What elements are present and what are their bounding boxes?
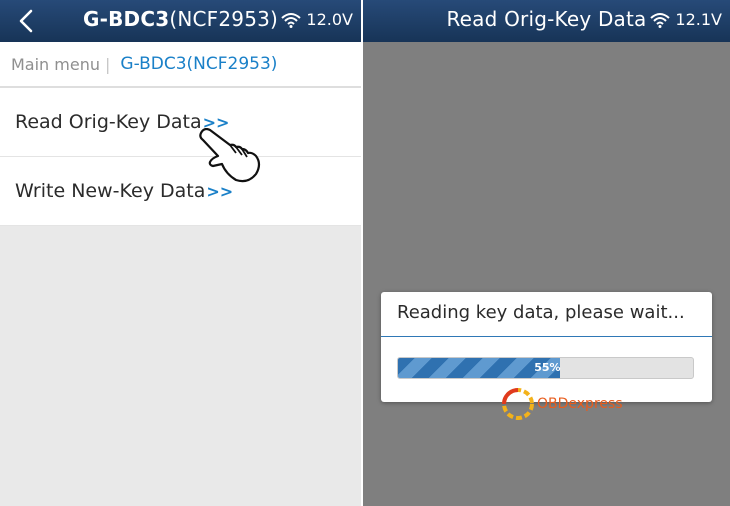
breadcrumb: Main menu | G-BDC3(NCF2953) xyxy=(0,42,361,88)
watermark: OBDexpress xyxy=(500,386,623,422)
battery-voltage: 12.0V xyxy=(306,10,353,29)
progress-bar: 55% xyxy=(397,357,694,379)
menu-item-write-new-key-data[interactable]: Write New-Key Data >> xyxy=(0,157,361,226)
title-bar: G-BDC3(NCF2953) 12.0V xyxy=(0,0,361,42)
title-code: (NCF2953) xyxy=(169,7,279,31)
status-area: 12.0V xyxy=(281,10,353,29)
wifi-icon xyxy=(281,12,302,28)
watermark-logo-icon xyxy=(502,388,534,420)
wifi-icon xyxy=(650,12,671,28)
breadcrumb-current: G-BDC3(NCF2953) xyxy=(120,54,278,74)
menu-item-read-orig-key-data[interactable]: Read Orig-Key Data >> xyxy=(0,88,361,157)
pointing-hand-icon xyxy=(199,128,261,183)
breadcrumb-main-menu[interactable]: Main menu xyxy=(11,55,100,74)
breadcrumb-separator: | xyxy=(105,54,111,74)
left-screen: G-BDC3(NCF2953) 12.0V Main menu | G-BDC3… xyxy=(0,0,361,506)
status-area: 12.1V xyxy=(650,10,722,29)
title-bar: Read Orig-Key Data 12.1V xyxy=(363,0,730,42)
watermark-text: OBDexpress xyxy=(537,396,623,412)
menu-item-label: Write New-Key Data xyxy=(15,180,206,202)
dialog-message: Reading key data, please wait... xyxy=(397,302,685,323)
battery-voltage: 12.1V xyxy=(675,10,722,29)
function-menu: Read Orig-Key Data >> Write New-Key Data >… xyxy=(0,88,361,226)
menu-item-label: Read Orig-Key Data xyxy=(15,111,202,133)
progress-label: 55% xyxy=(534,361,561,374)
right-screen: Read Orig-Key Data 12.1V Reading key dat… xyxy=(363,0,730,506)
dialog-divider xyxy=(381,336,712,337)
title-name: G-BDC3 xyxy=(82,7,170,31)
